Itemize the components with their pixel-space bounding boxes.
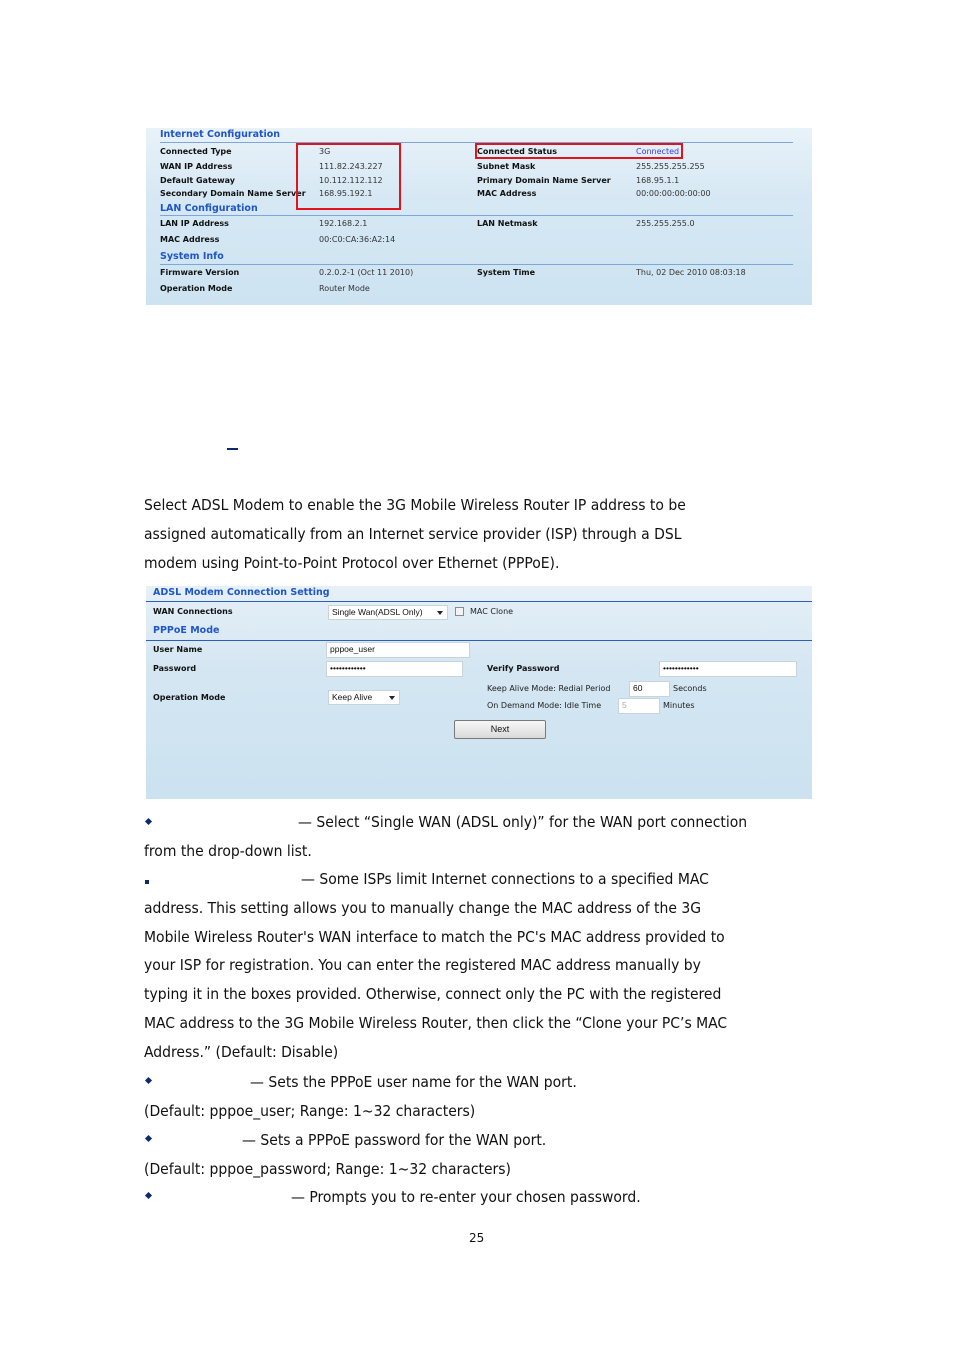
highlight-box-wan-values — [296, 143, 401, 210]
verify-password-input[interactable]: •••••••••••• — [659, 661, 797, 677]
highlight-box-status — [475, 143, 683, 159]
text-line: modem using Point-to-Point Protocol over… — [144, 553, 560, 572]
pppoe-mode-title: PPPoE Mode — [153, 625, 220, 636]
lan-ip-label: LAN IP Address — [160, 219, 229, 228]
text-line: — Sets the PPPoE user name for the WAN p… — [250, 1073, 577, 1091]
keep-alive-label: Keep Alive Mode: Redial Period — [487, 684, 611, 693]
wan-connections-select[interactable]: Single Wan(ADSL Only) — [328, 605, 448, 620]
text-line: assigned automatically from an Internet … — [144, 524, 682, 543]
text-line: — Select “Single WAN (ADSL only)” for th… — [298, 813, 748, 831]
firmware-version-value: 0.2.0.2-1 (Oct 11 2010) — [319, 268, 414, 277]
chevron-down-icon — [437, 611, 443, 615]
text-line: (Default: pppoe_password; Range: 1~32 ch… — [144, 1159, 511, 1178]
wan-ip-label: WAN IP Address — [160, 162, 233, 171]
divider — [146, 640, 812, 641]
lan-config-title: LAN Configuration — [160, 203, 258, 214]
operation-mode-label: Operation Mode — [160, 284, 233, 293]
system-info-title: System Info — [160, 251, 224, 262]
subnet-mask-label: Subnet Mask — [477, 162, 536, 171]
text-line: your ISP for registration. You can enter… — [144, 956, 701, 975]
mac-clone-checkbox[interactable] — [455, 607, 464, 616]
primary-dns-label: Primary Domain Name Server — [477, 176, 611, 185]
lan-mac-value: 00:C0:CA:36:A2:14 — [319, 235, 396, 244]
wan-connections-value: Single Wan(ADSL Only) — [332, 607, 423, 617]
text-line: MAC address to the 3G Mobile Wireless Ro… — [144, 1013, 728, 1032]
password-description: — Sets a PPPoE password for the WAN port… — [144, 1126, 824, 1184]
text-line: — Sets a PPPoE password for the WAN port… — [242, 1131, 547, 1149]
lan-netmask-value: 255.255.255.0 — [636, 219, 695, 228]
password-input[interactable]: •••••••••••• — [326, 661, 463, 677]
text-line: from the drop-down list. — [144, 841, 312, 860]
minutes-unit: Minutes — [663, 701, 695, 710]
text-line: Mobile Wireless Router's WAN interface t… — [144, 927, 725, 946]
next-button[interactable]: Next — [454, 720, 546, 739]
heading-underline-mark — [227, 448, 238, 450]
user-name-input[interactable]: pppoe_user — [326, 642, 470, 658]
user-name-label: User Name — [153, 645, 203, 654]
text-line: (Default: pppoe_user; Range: 1~32 charac… — [144, 1101, 476, 1120]
lan-mac-label: MAC Address — [160, 235, 220, 244]
subnet-mask-value: 255.255.255.255 — [636, 162, 705, 171]
redial-period-input[interactable]: 60 — [629, 681, 670, 697]
wan-mac-value: 00:00:00:00:00:00 — [636, 189, 711, 198]
operation-mode-select[interactable]: Keep Alive — [328, 690, 400, 705]
user-name-description: — Sets the PPPoE user name for the WAN p… — [144, 1068, 824, 1126]
password-label: Password — [153, 664, 197, 673]
system-time-label: System Time — [477, 268, 536, 277]
wan-connections-description: — Select “Single WAN (ADSL only)” for th… — [144, 808, 824, 866]
text-line: Address.” (Default: Disable) — [144, 1042, 339, 1061]
chevron-down-icon — [389, 696, 395, 700]
idle-time-input[interactable]: 5 — [618, 698, 660, 714]
secondary-dns-label: Secondary Domain Name Server — [160, 189, 306, 198]
wan-connections-label: WAN Connections — [153, 607, 233, 616]
on-demand-label: On Demand Mode: Idle Time — [487, 701, 602, 710]
status-panel-screenshot: Internet Configuration Connected Type 3G… — [146, 128, 812, 305]
primary-dns-value: 168.95.1.1 — [636, 176, 680, 185]
intro-paragraph: Select ADSL Modem to enable the 3G Mobil… — [144, 491, 824, 577]
page-number: 25 — [469, 1231, 485, 1245]
text-line: — Some ISPs limit Internet connections t… — [301, 870, 709, 888]
text-line: address. This setting allows you to manu… — [144, 898, 702, 917]
text-line: Select ADSL Modem to enable the 3G Mobil… — [144, 496, 686, 514]
operation-mode-value: Keep Alive — [332, 692, 373, 702]
system-time-value: Thu, 02 Dec 2010 08:03:18 — [636, 268, 746, 277]
verify-password-description: — Prompts you to re-enter your chosen pa… — [144, 1183, 824, 1212]
default-gateway-label: Default Gateway — [160, 176, 235, 185]
lan-netmask-label: LAN Netmask — [477, 219, 538, 228]
divider — [146, 601, 812, 602]
connected-type-label: Connected Type — [160, 147, 232, 156]
lan-ip-value: 192.168.2.1 — [319, 219, 368, 228]
wan-mac-label: MAC Address — [477, 189, 537, 198]
divider — [160, 215, 793, 216]
operation-mode-value: Router Mode — [319, 284, 370, 293]
text-line: typing it in the boxes provided. Otherwi… — [144, 985, 722, 1004]
internet-config-title: Internet Configuration — [160, 129, 281, 140]
adsl-form-title: ADSL Modem Connection Setting — [153, 587, 330, 598]
mac-clone-label: MAC Clone — [470, 607, 514, 616]
firmware-version-label: Firmware Version — [160, 268, 240, 277]
seconds-unit: Seconds — [673, 684, 707, 693]
mac-clone-description: — Some ISPs limit Internet connections t… — [144, 865, 824, 1067]
verify-password-label: Verify Password — [487, 664, 560, 673]
adsl-form-screenshot: ADSL Modem Connection Setting WAN Connec… — [146, 586, 812, 799]
text-line: — Prompts you to re-enter your chosen pa… — [291, 1188, 641, 1206]
divider — [160, 264, 793, 265]
operation-mode-label: Operation Mode — [153, 693, 226, 702]
